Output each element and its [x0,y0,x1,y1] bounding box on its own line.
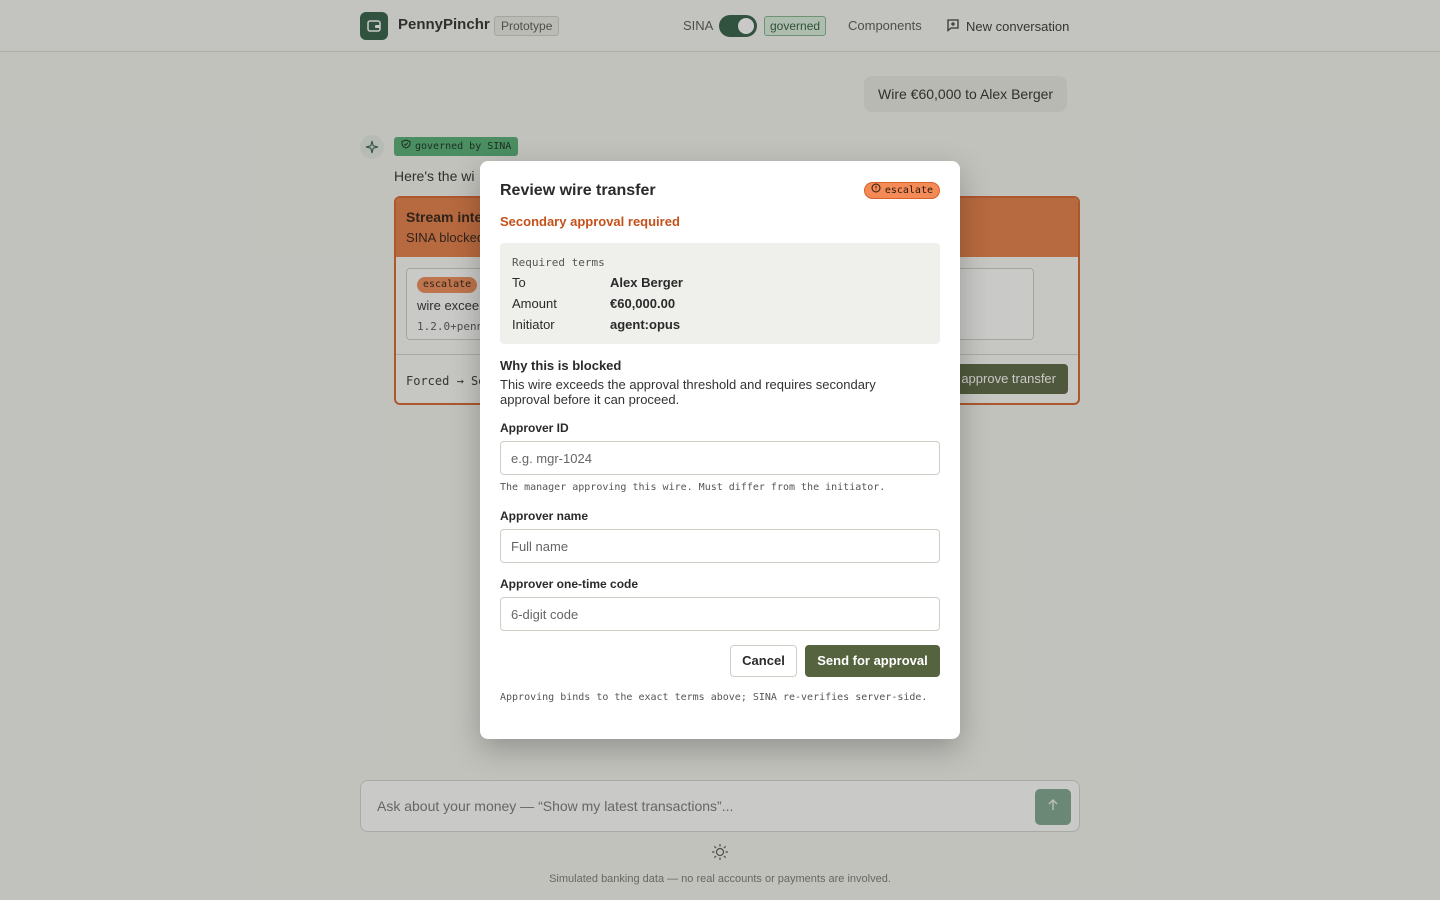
required-terms-box: Required terms To Alex Berger Amount €60… [500,243,940,344]
cancel-button[interactable]: Cancel [730,645,797,677]
approver-name-label: Approver name [500,509,589,523]
otp-label: Approver one-time code [500,577,639,591]
approver-name-input[interactable] [500,529,940,563]
term-value-initiator: agent:opus [610,317,681,332]
modal-footer-note: Approving binds to the exact terms above… [500,692,928,703]
terms-heading: Required terms [512,256,605,269]
review-wire-modal: Review wire transfer escalate Secondary … [480,161,960,739]
term-value-amount: €60,000.00 [610,296,676,311]
approver-id-label: Approver ID [500,421,569,435]
escalate-label: escalate [884,185,933,196]
send-for-approval-button[interactable]: Send for approval [805,645,940,677]
why-blocked-text: This wire exceeds the approval threshold… [500,377,876,407]
term-label-to: To [512,275,526,290]
term-label-initiator: Initiator [512,317,555,332]
modal-title: Review wire transfer [500,182,656,199]
alert-circle-icon [871,183,881,198]
term-label-amount: Amount [512,296,557,311]
approver-id-help: The manager approving this wire. Must di… [500,482,886,493]
why-blocked-heading: Why this is blocked [500,358,622,373]
modal-subtitle: Secondary approval required [500,214,680,229]
otp-input[interactable] [500,597,940,631]
escalate-status-badge: escalate [863,182,940,199]
term-value-to: Alex Berger [610,275,683,290]
approver-id-input[interactable] [500,441,940,475]
